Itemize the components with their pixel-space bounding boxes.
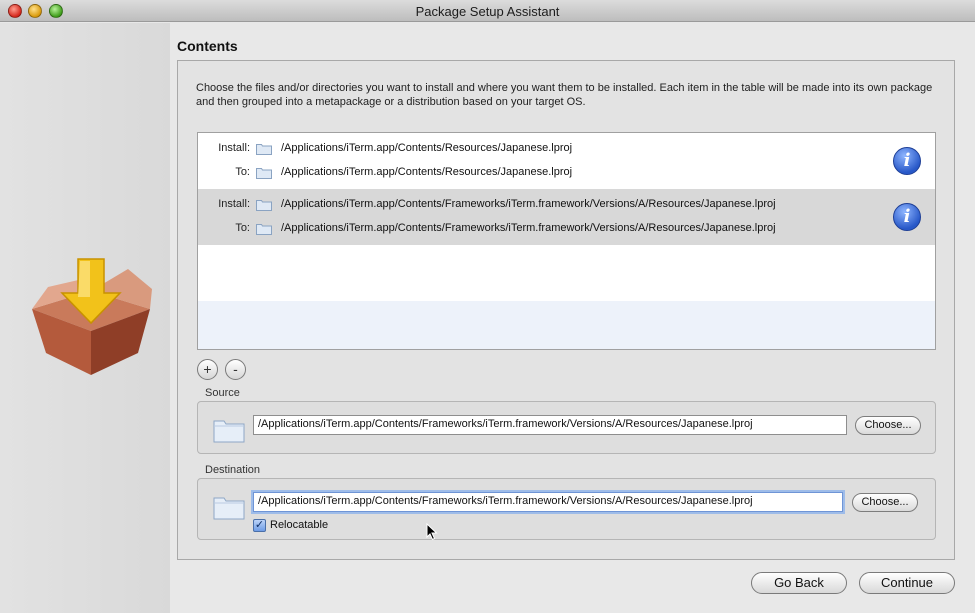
package-install-icon bbox=[32, 258, 152, 375]
install-path: /Applications/iTerm.app/Contents/Framewo… bbox=[281, 198, 776, 210]
folder-icon bbox=[256, 144, 272, 155]
mouse-cursor-icon bbox=[426, 523, 438, 541]
install-path: /Applications/iTerm.app/Contents/Resourc… bbox=[281, 142, 573, 154]
folder-icon bbox=[213, 420, 245, 443]
destination-path: /Applications/iTerm.app/Contents/Framewo… bbox=[281, 222, 776, 234]
section-title: Contents bbox=[177, 38, 238, 54]
window-title: Package Setup Assistant bbox=[415, 4, 560, 19]
info-icon[interactable]: i bbox=[893, 147, 921, 175]
table-row[interactable]: Install: /Applications/iTerm.app/Content… bbox=[198, 189, 935, 245]
destination-label: Destination bbox=[205, 464, 261, 476]
package-setup-window: Package Setup Assistant Contents Choose … bbox=[0, 0, 975, 613]
relocatable-checkbox[interactable]: ✓ bbox=[253, 519, 266, 532]
info-icon[interactable]: i bbox=[893, 203, 921, 231]
install-line: Install: /Applications/iTerm.app/Content… bbox=[198, 195, 888, 215]
continue-button[interactable]: Continue bbox=[859, 572, 955, 594]
install-line: Install: /Applications/iTerm.app/Content… bbox=[198, 139, 888, 159]
folder-icon bbox=[213, 497, 245, 520]
source-label: Source bbox=[205, 387, 240, 399]
add-item-button[interactable]: + bbox=[197, 359, 218, 380]
to-line: To: /Applications/iTerm.app/Contents/Res… bbox=[198, 163, 888, 183]
destination-path-field[interactable]: /Applications/iTerm.app/Contents/Framewo… bbox=[253, 492, 843, 512]
empty-table-row bbox=[198, 245, 935, 301]
destination-path: /Applications/iTerm.app/Contents/Resourc… bbox=[281, 166, 573, 178]
destination-choose-button[interactable]: Choose... bbox=[852, 493, 918, 512]
folder-icon bbox=[256, 224, 272, 235]
install-label: Install: bbox=[218, 142, 250, 154]
to-label: To: bbox=[235, 166, 250, 178]
instructions-text: Choose the files and/or directories you … bbox=[196, 82, 933, 108]
source-group: /Applications/iTerm.app/Contents/Framewo… bbox=[197, 401, 936, 454]
empty-table-row bbox=[198, 301, 935, 349]
contents-panel: Choose the files and/or directories you … bbox=[177, 60, 955, 560]
install-label: Install: bbox=[218, 198, 250, 210]
relocatable-label[interactable]: Relocatable bbox=[270, 519, 328, 531]
go-back-button[interactable]: Go Back bbox=[751, 572, 847, 594]
to-label: To: bbox=[235, 222, 250, 234]
destination-group: /Applications/iTerm.app/Contents/Framewo… bbox=[197, 478, 936, 540]
title-bar[interactable]: Package Setup Assistant bbox=[0, 0, 975, 22]
source-choose-button[interactable]: Choose... bbox=[855, 416, 921, 435]
source-path-field[interactable]: /Applications/iTerm.app/Contents/Framewo… bbox=[253, 415, 847, 435]
contents-table[interactable]: Install: /Applications/iTerm.app/Content… bbox=[197, 132, 936, 350]
table-row[interactable]: Install: /Applications/iTerm.app/Content… bbox=[198, 133, 935, 189]
folder-icon bbox=[256, 200, 272, 211]
folder-icon bbox=[256, 168, 272, 179]
to-line: To: /Applications/iTerm.app/Contents/Fra… bbox=[198, 219, 888, 239]
remove-item-button[interactable]: - bbox=[225, 359, 246, 380]
